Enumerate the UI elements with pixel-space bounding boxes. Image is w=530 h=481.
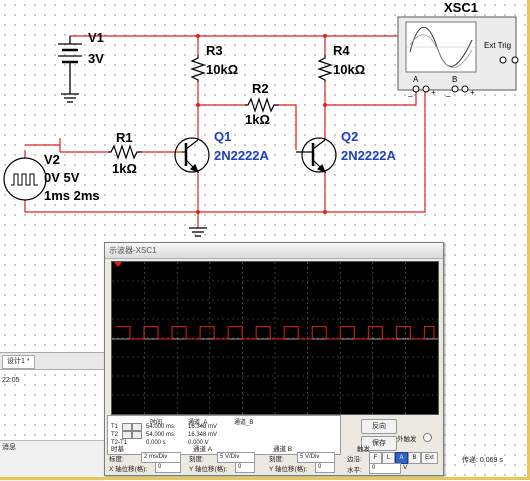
cursor-t1-marker: [114, 262, 122, 267]
v1-name: V1: [88, 30, 104, 45]
oscilloscope-window[interactable]: 示波器-XSC1 时间 通道_A 通道_B T1 54.000 ms 16.34…: [104, 242, 444, 476]
q2-name: Q2: [341, 129, 358, 144]
channel-b-title: 通道 B: [273, 446, 293, 453]
t2-right-arrow-icon[interactable]: [132, 431, 142, 439]
q2-model: 2N2222A: [341, 148, 397, 163]
r4-name: R4: [333, 43, 350, 58]
r2-name: R2: [252, 81, 269, 96]
channel-a-scale-label: 刻度:: [189, 456, 204, 463]
q1-model: 2N2222A: [214, 148, 270, 163]
v2-amplitude: 0V 5V: [44, 170, 80, 185]
v2-timing: 1ms 2ms: [44, 188, 100, 203]
trigger-edge-label: 边沿:: [347, 456, 362, 463]
r3-value: 10kΩ: [206, 62, 238, 77]
measurement-panel: 时间 通道_A 通道_B T1 54.000 ms 16.348 mV T2 5…: [107, 415, 341, 455]
trigger-level-field[interactable]: 0: [369, 463, 401, 474]
t1-label: T1: [111, 424, 119, 430]
q1-name: Q1: [214, 129, 231, 144]
t1-time: 54.000 ms: [146, 424, 175, 430]
trigger-level-label: 水平:: [347, 467, 362, 474]
t2-label: T2: [111, 432, 119, 438]
v2-clock-source-icon[interactable]: [3, 157, 47, 201]
ground-icon: [189, 227, 207, 237]
v2-name: V2: [44, 152, 60, 167]
t2-cha: 16.348 mV: [188, 432, 218, 438]
trigger-level-unit: V: [403, 464, 408, 471]
r1-value: 1kΩ: [112, 161, 137, 176]
xsc1-channel-a: A: [413, 75, 419, 84]
meas-header-chb: 通道_B: [234, 420, 254, 426]
t2-time: 54.000 ms: [146, 432, 175, 438]
r2-resistor-icon[interactable]: [245, 97, 279, 113]
t1-cha: 16.348 mV: [188, 424, 218, 430]
r3-resistor-icon[interactable]: [190, 55, 206, 82]
channel-b-scale-label: 刻度:: [269, 456, 284, 463]
timebase-title: 时基: [111, 446, 124, 453]
message-panel: 消息: [0, 440, 104, 481]
channel-a-ypos-field[interactable]: 0: [235, 462, 255, 473]
design-tab-strip: 设计1 *: [0, 352, 104, 370]
t1-right-arrow-icon[interactable]: [132, 423, 142, 431]
r1-resistor-icon[interactable]: [108, 144, 142, 160]
v1-value: 3V: [88, 51, 104, 66]
log-timestamp: 22:05: [2, 377, 20, 384]
v1-battery-icon[interactable]: [58, 36, 82, 103]
r1-name: R1: [116, 130, 133, 145]
timebase-xpos-label: X 轴位移(格):: [109, 466, 148, 473]
t1-left-arrow-icon[interactable]: [122, 423, 132, 431]
xsc1-minus-b: _: [445, 88, 451, 97]
t2-left-arrow-icon[interactable]: [122, 431, 132, 439]
timebase-xpos-field[interactable]: 0: [155, 462, 181, 473]
r3-name: R3: [206, 43, 223, 58]
channel-b-ypos-field[interactable]: 0: [315, 462, 335, 473]
xsc1-name: XSC1: [444, 0, 478, 15]
message-panel-label: 消息: [2, 444, 16, 451]
xsc1-ext-trig: Ext Trig: [484, 41, 511, 50]
r2-value: 1kΩ: [245, 112, 270, 127]
t2t1-time: 0.000 s: [146, 440, 166, 446]
status-bar: 传递: 0.069 s: [462, 457, 503, 464]
reverse-button[interactable]: 反向: [361, 419, 397, 434]
oscilloscope-plot: [112, 262, 438, 414]
xsc1-minus-a: _: [407, 88, 413, 97]
xsc1-plus-b: +: [470, 88, 475, 97]
timebase-scale-label: 标度:: [109, 456, 124, 463]
q2-transistor-icon[interactable]: [296, 137, 337, 174]
oscilloscope-title[interactable]: 示波器-XSC1: [105, 243, 443, 259]
channel-b-ypos-label: Y 轴位移(格):: [269, 466, 308, 473]
xsc1-plus-a: +: [431, 88, 436, 97]
ext-trigger-radio[interactable]: [423, 433, 432, 442]
r4-value: 10kΩ: [333, 62, 365, 77]
trigger-edge-ext[interactable]: Ext: [421, 452, 438, 464]
trigger-edge-b[interactable]: B: [408, 452, 421, 464]
oscilloscope-screen: [111, 261, 439, 415]
tab-design1[interactable]: 设计1 *: [2, 355, 35, 369]
channel-a-title: 通道 A: [193, 446, 213, 453]
r4-resistor-icon[interactable]: [317, 55, 333, 82]
xsc1-channel-b: B: [452, 75, 457, 84]
q1-transistor-icon[interactable]: [174, 137, 210, 174]
channel-a-ypos-label: Y 轴位移(格):: [189, 466, 228, 473]
ext-trigger-label: 外触发: [397, 436, 417, 443]
